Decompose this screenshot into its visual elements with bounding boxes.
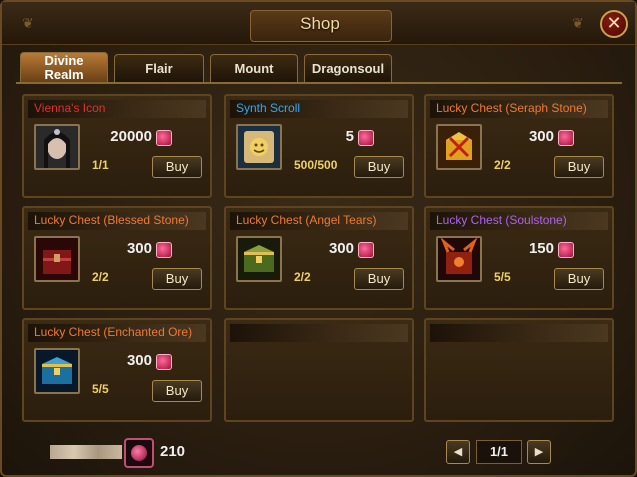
buy-button[interactable]: Buy: [554, 268, 604, 290]
tab-divine-realm[interactable]: Divine Realm: [20, 52, 108, 82]
item-header: [230, 324, 408, 342]
item-name: Lucky Chest (Seraph Stone): [436, 101, 587, 115]
shop-item-card: Lucky Chest (Seraph Stone) 300 2/2 Buy: [424, 94, 614, 198]
buy-button[interactable]: Buy: [152, 268, 202, 290]
buy-button[interactable]: Buy: [554, 156, 604, 178]
item-price: 5: [345, 128, 354, 145]
shop-item-card: Synth Scroll 5 500/500 Buy: [224, 94, 414, 198]
chest-blue-icon[interactable]: [34, 348, 80, 394]
tab-label: Mount: [234, 61, 274, 76]
diamond-icon: [156, 130, 172, 146]
item-name: Lucky Chest (Enchanted Ore): [34, 325, 193, 339]
item-stock: 2/2: [92, 270, 109, 284]
ornament-left-icon: ❦: [22, 16, 34, 32]
close-button[interactable]: ✕: [600, 10, 628, 38]
item-price: 150: [528, 240, 554, 257]
item-name: Lucky Chest (Blessed Stone): [34, 213, 189, 227]
buy-button[interactable]: Buy: [354, 268, 404, 290]
item-stock: 2/2: [494, 158, 511, 172]
item-stock: 1/1: [92, 158, 109, 172]
buy-button[interactable]: Buy: [152, 380, 202, 402]
currency-amount: 210: [160, 443, 186, 460]
tab-label: Divine Realm: [44, 53, 84, 82]
shop-item-card: Lucky Chest (Blessed Stone) 300 2/2 Buy: [22, 206, 212, 310]
diamond-icon: [358, 242, 374, 258]
item-stock: 5/5: [92, 382, 109, 396]
right-arrow-icon: ▶: [534, 445, 544, 458]
empty-item-slot: [424, 318, 614, 422]
item-name: Lucky Chest (Soulstone): [436, 213, 567, 227]
chest-demon-icon[interactable]: [436, 236, 482, 282]
shop-item-card: Lucky Chest (Enchanted Ore) 300 5/5 Buy: [22, 318, 212, 422]
item-header: [430, 324, 608, 342]
ornament-right-icon: ❦: [572, 16, 584, 32]
item-price: 300: [126, 240, 152, 257]
chest-gold-icon[interactable]: [436, 124, 482, 170]
scroll-icon[interactable]: [236, 124, 282, 170]
tab-flair[interactable]: Flair: [114, 54, 204, 82]
item-name: Lucky Chest (Angel Tears): [236, 213, 377, 227]
diamond-icon: [558, 130, 574, 146]
item-price: 300: [528, 128, 554, 145]
tab-mount[interactable]: Mount: [210, 54, 298, 82]
tab-divider: [16, 82, 622, 84]
prev-page-button[interactable]: ◀: [446, 440, 470, 464]
shop-item-card: Vienna's Icon 20000 1/1 Buy: [22, 94, 212, 198]
tab-dragonsoul[interactable]: Dragonsoul: [304, 54, 392, 82]
shop-window: ❦ ❦ Shop ✕ Divine Realm Flair Mount Drag…: [0, 0, 637, 477]
shop-item-card: Lucky Chest (Angel Tears) 300 2/2 Buy: [224, 206, 414, 310]
diamond-icon: [156, 242, 172, 258]
window-title: Shop: [300, 14, 340, 33]
tab-label: Dragonsoul: [311, 61, 385, 76]
page-indicator: 1/1: [476, 440, 522, 464]
empty-item-slot: [224, 318, 414, 422]
diamond-icon: [558, 242, 574, 258]
item-name: Synth Scroll: [236, 101, 301, 115]
item-stock: 2/2: [294, 270, 311, 284]
chest-green-icon[interactable]: [236, 236, 282, 282]
shop-item-card: Lucky Chest (Soulstone) 150 5/5 Buy: [424, 206, 614, 310]
buy-button[interactable]: Buy: [354, 156, 404, 178]
item-price: 20000: [110, 128, 152, 145]
portrait-icon[interactable]: [34, 124, 80, 170]
diamond-icon: [124, 438, 154, 468]
diamond-icon: [358, 130, 374, 146]
tab-label: Flair: [145, 61, 173, 76]
item-name: Vienna's Icon: [34, 101, 106, 115]
item-stock: 500/500: [294, 158, 338, 172]
item-stock: 5/5: [494, 270, 511, 284]
next-page-button[interactable]: ▶: [527, 440, 551, 464]
item-price: 300: [126, 352, 152, 369]
item-price: 300: [328, 240, 354, 257]
diamond-icon: [156, 354, 172, 370]
player-name-redacted: [50, 445, 122, 459]
buy-button[interactable]: Buy: [152, 156, 202, 178]
left-arrow-icon: ◀: [453, 445, 463, 458]
chest-red-icon[interactable]: [34, 236, 80, 282]
